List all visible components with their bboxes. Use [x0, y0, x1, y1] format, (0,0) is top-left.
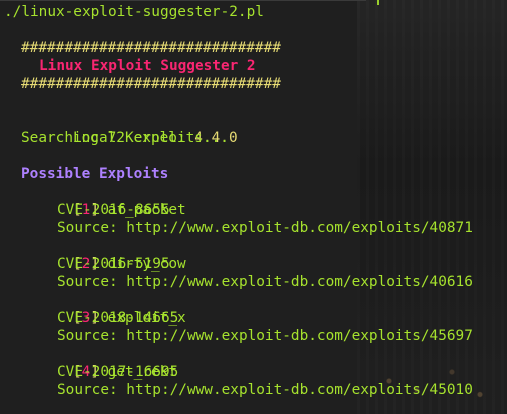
exploit-entry-1: [1] af_packet: [21, 183, 186, 218]
exploit-entry-3: [3] exploit_x: [21, 291, 186, 326]
command-prompt: ./linux-exploit-suggester-2.pl: [4, 4, 264, 20]
banner-border-top: ##############################: [21, 40, 281, 56]
exploit-cve: CVE-2018-14665: [57, 310, 179, 326]
exploit-cve: CVE-2017-16695: [57, 364, 179, 380]
exploit-cve: CVE-2016-5195: [57, 256, 170, 272]
terminal-output[interactable]: ./linux-exploit-suggester-2.pl #########…: [0, 0, 507, 414]
terminal-window: ./linux-exploit-suggester-2.pl #########…: [0, 0, 507, 414]
exploit-entry-4: [4] get_rekt: [21, 345, 177, 380]
searching-text: Searching 72 exploits...: [21, 130, 229, 146]
exploit-source: Source: http://www.exploit-db.com/exploi…: [57, 382, 473, 398]
local-kernel-line: Local Kernel: 4.4.0: [21, 111, 238, 146]
exploit-source: Source: http://www.exploit-db.com/exploi…: [57, 328, 473, 344]
exploit-entry-2: [2] dirty_cow: [21, 237, 186, 272]
exploit-cve: CVE-2016-8655: [57, 202, 170, 218]
possible-exploits-heading: Possible Exploits: [21, 166, 169, 182]
banner-border-bottom: ##############################: [21, 76, 281, 92]
banner-title: Linux Exploit Suggester 2: [39, 58, 256, 74]
exploit-source: Source: http://www.exploit-db.com/exploi…: [57, 274, 473, 290]
exploit-source: Source: http://www.exploit-db.com/exploi…: [57, 220, 473, 236]
